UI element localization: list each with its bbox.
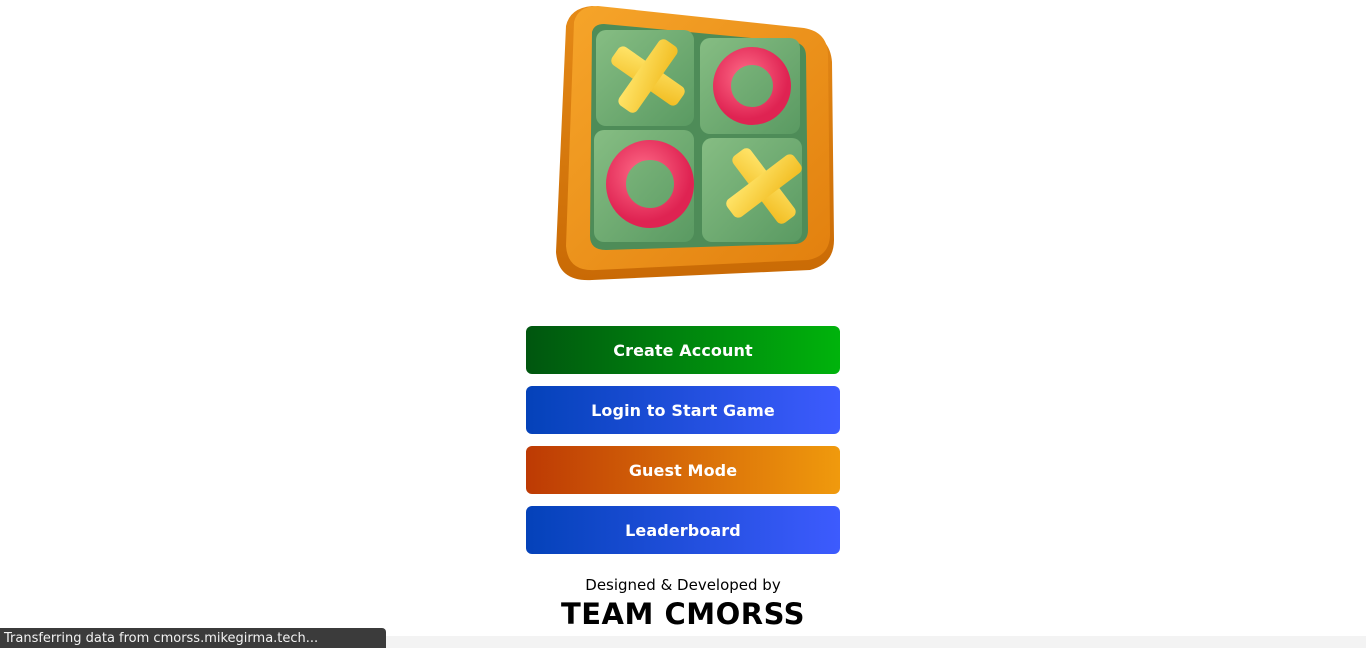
- browser-status-bar: Transferring data from cmorss.mikegirma.…: [0, 628, 386, 648]
- leaderboard-button[interactable]: Leaderboard: [526, 506, 840, 554]
- tic-tac-toe-logo-icon: [556, 6, 834, 281]
- create-account-button[interactable]: Create Account: [526, 326, 840, 374]
- login-button[interactable]: Login to Start Game: [526, 386, 840, 434]
- guest-mode-button[interactable]: Guest Mode: [526, 446, 840, 494]
- team-name: TEAM CMORSS: [560, 597, 806, 631]
- page: Create Account Login to Start Game Guest…: [0, 0, 1366, 648]
- credit-text: Designed & Developed by: [585, 576, 781, 594]
